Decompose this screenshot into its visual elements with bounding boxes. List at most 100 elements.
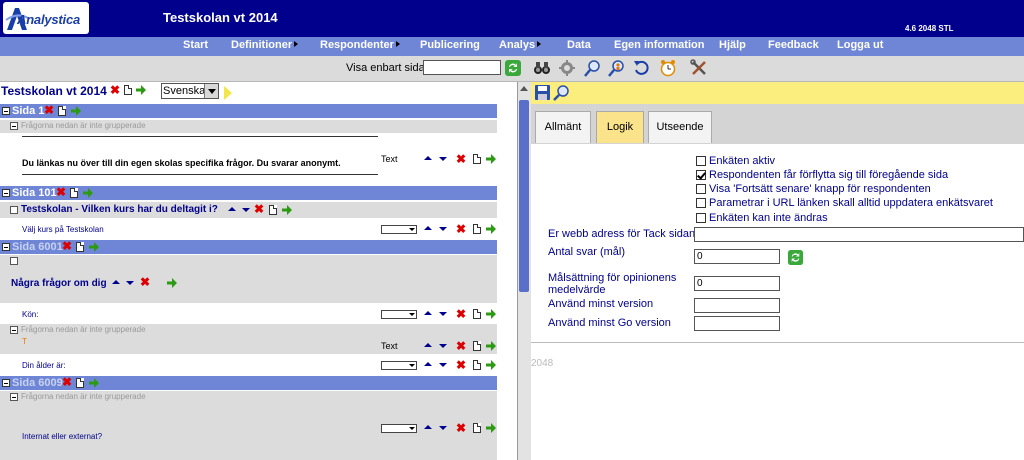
- question-row-t[interactable]: T Text ✖: [0, 337, 497, 354]
- menu-analys[interactable]: Analys: [499, 39, 542, 51]
- go-arrow-icon[interactable]: [486, 224, 496, 234]
- document-icon[interactable]: [76, 242, 84, 252]
- move-up-icon[interactable]: [424, 362, 432, 366]
- move-up-icon[interactable]: [228, 207, 236, 211]
- tools-icon[interactable]: [690, 59, 708, 77]
- answer-type-select[interactable]: [381, 225, 417, 234]
- collapse-icon[interactable]: [10, 257, 18, 265]
- move-up-icon[interactable]: [424, 156, 432, 160]
- delete-icon[interactable]: ✖: [456, 422, 466, 434]
- document-icon[interactable]: [58, 106, 66, 116]
- menu-feedback[interactable]: Feedback: [768, 39, 819, 51]
- question-row-kon[interactable]: Kön: ✖: [0, 304, 497, 324]
- move-up-icon[interactable]: [424, 425, 432, 429]
- antal-svar-input[interactable]: [694, 249, 780, 264]
- question-row-kurs[interactable]: Välj kurs på Testskolan ✖: [0, 219, 497, 239]
- move-down-icon[interactable]: [439, 227, 447, 231]
- checkbox-fortsatt-senare[interactable]: [696, 184, 706, 194]
- checkbox-url-parametrar[interactable]: [696, 198, 706, 208]
- menu-data[interactable]: Data: [567, 39, 591, 51]
- page-header-sida-101[interactable]: Sida 101 ✖: [0, 186, 497, 200]
- malsattning-input[interactable]: [694, 276, 780, 291]
- move-down-icon[interactable]: [439, 157, 447, 161]
- go-arrow-icon[interactable]: [136, 85, 146, 95]
- move-up-icon[interactable]: [424, 311, 432, 315]
- search-icon[interactable]: [553, 84, 570, 101]
- checkbox-foregaende-sida[interactable]: [696, 170, 706, 180]
- delete-icon[interactable]: ✖: [62, 376, 72, 388]
- visa-page-input[interactable]: [423, 60, 501, 75]
- delete-icon[interactable]: ✖: [140, 276, 150, 288]
- alarm-clock-icon[interactable]: [659, 59, 677, 77]
- question-group-om-dig[interactable]: Några frågor om dig ✖: [0, 255, 497, 303]
- question-row-intro[interactable]: Du länkas nu över till din egen skolas s…: [0, 133, 497, 185]
- save-icon[interactable]: [534, 84, 551, 101]
- collapse-icon[interactable]: [10, 122, 18, 130]
- document-icon[interactable]: [473, 154, 481, 164]
- refresh-icon[interactable]: [787, 249, 804, 266]
- menu-start[interactable]: Start: [183, 39, 208, 51]
- move-down-icon[interactable]: [439, 363, 447, 367]
- document-icon[interactable]: [473, 360, 481, 370]
- tack-url-input[interactable]: [694, 227, 1024, 242]
- delete-icon[interactable]: ✖: [110, 84, 120, 96]
- answer-type-select[interactable]: [381, 361, 417, 370]
- go-arrow-icon[interactable]: [282, 205, 292, 215]
- document-icon[interactable]: [269, 205, 277, 215]
- move-down-icon[interactable]: [439, 426, 447, 430]
- analystica-logo[interactable]: Analystica: [3, 2, 89, 34]
- go-arrow-icon[interactable]: [89, 378, 99, 388]
- delete-icon[interactable]: ✖: [254, 203, 264, 215]
- tab-logik[interactable]: Logik: [596, 111, 644, 143]
- go-arrow-icon[interactable]: [486, 423, 496, 433]
- minst-version-input[interactable]: [694, 298, 780, 313]
- answer-type-select[interactable]: [381, 310, 417, 319]
- go-arrow-icon[interactable]: [83, 188, 93, 198]
- yellow-arrow-icon[interactable]: [224, 86, 232, 100]
- question-row-internat[interactable]: Internat eller externat? ✖: [0, 404, 497, 460]
- delete-icon[interactable]: ✖: [456, 223, 466, 235]
- go-arrow-icon[interactable]: [89, 242, 99, 252]
- move-down-icon[interactable]: [439, 312, 447, 316]
- menu-hjalp[interactable]: Hjälp: [719, 39, 746, 51]
- tab-allmant[interactable]: Allmänt: [535, 111, 591, 143]
- move-up-icon[interactable]: [424, 226, 432, 230]
- document-icon[interactable]: [70, 188, 78, 198]
- collapse-icon[interactable]: [10, 393, 18, 401]
- move-up-icon[interactable]: [112, 280, 120, 284]
- language-select[interactable]: Svenska: [161, 83, 219, 99]
- checkbox-kan-inte-andras[interactable]: [696, 213, 706, 223]
- collapse-icon[interactable]: [10, 326, 18, 334]
- go-arrow-icon[interactable]: [71, 106, 81, 116]
- go-arrow-icon[interactable]: [486, 341, 496, 351]
- move-down-icon[interactable]: [242, 208, 250, 212]
- undo-icon[interactable]: [633, 59, 651, 77]
- move-down-icon[interactable]: [126, 281, 134, 285]
- document-icon[interactable]: [124, 85, 132, 95]
- collapse-icon[interactable]: [2, 107, 10, 115]
- page-header-sida-1[interactable]: Sida 1 ✖: [0, 104, 497, 118]
- zoom-person-icon[interactable]: [608, 59, 626, 77]
- menu-egen-information[interactable]: Egen information: [614, 39, 704, 51]
- move-down-icon[interactable]: [439, 344, 447, 348]
- minst-go-version-input[interactable]: [694, 316, 780, 331]
- delete-icon[interactable]: ✖: [56, 186, 66, 198]
- document-icon[interactable]: [473, 423, 481, 433]
- delete-icon[interactable]: ✖: [44, 104, 54, 116]
- collapse-icon[interactable]: [10, 206, 18, 214]
- page-header-sida-6001[interactable]: Sida 6001 ✖: [0, 240, 497, 254]
- menu-definitioner[interactable]: Definitioner: [231, 39, 299, 51]
- settings-icon[interactable]: [559, 59, 577, 77]
- move-up-icon[interactable]: [424, 343, 432, 347]
- menu-respondenter[interactable]: Respondenter: [320, 39, 400, 51]
- document-icon[interactable]: [76, 378, 84, 388]
- collapse-icon[interactable]: [2, 243, 10, 251]
- collapse-icon[interactable]: [2, 189, 10, 197]
- menu-logga-ut[interactable]: Logga ut: [837, 39, 883, 51]
- go-arrow-icon[interactable]: [486, 309, 496, 319]
- tab-utseende[interactable]: Utseende: [648, 111, 712, 143]
- question-row-alder[interactable]: Din ålder är: ✖: [0, 354, 497, 376]
- binoculars-icon[interactable]: [533, 59, 551, 77]
- document-icon[interactable]: [473, 341, 481, 351]
- go-arrow-icon[interactable]: [486, 360, 496, 370]
